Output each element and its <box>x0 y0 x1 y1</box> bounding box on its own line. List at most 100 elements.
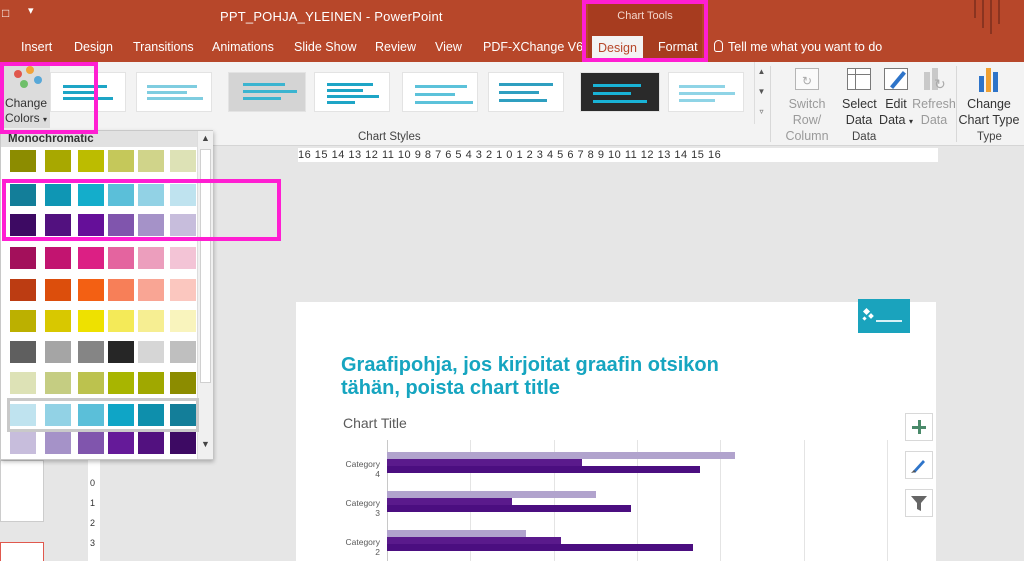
category-label: Category 2 <box>345 537 381 557</box>
color-swatch <box>170 341 196 363</box>
color-swatch <box>10 279 36 301</box>
ribbon-tab-row: Insert Design Transitions Animations Sli… <box>0 34 1024 62</box>
slide-thumbnail[interactable] <box>0 460 44 522</box>
refresh-data-button[interactable]: ↻ Refresh Data <box>912 66 956 128</box>
chart-bar[interactable] <box>387 491 596 498</box>
tab-design[interactable]: Design <box>74 40 113 54</box>
color-swatch <box>78 150 104 172</box>
color-swatch <box>170 279 196 301</box>
color-palette-option[interactable] <box>10 369 196 397</box>
chart-bar[interactable] <box>387 537 561 544</box>
chart-style-3[interactable] <box>228 72 306 112</box>
chart-style-4[interactable] <box>314 72 390 112</box>
chart-style-2[interactable] <box>136 72 212 112</box>
chart-bar[interactable] <box>387 530 527 537</box>
chart-styles-button[interactable] <box>905 451 933 479</box>
tell-me-box[interactable]: Tell me what you want to do <box>714 40 882 54</box>
vertical-ruler: 0123 <box>88 448 100 561</box>
switch-row-column-button[interactable]: ↻ Switch Row/ Column <box>773 66 841 144</box>
color-swatch <box>78 341 104 363</box>
tab-view[interactable]: View <box>435 40 462 54</box>
color-swatch <box>108 310 134 332</box>
change-chart-type-label-1: Change <box>967 97 1011 111</box>
slide-title[interactable]: Graafipohja, jos kirjoitat graafin otsik… <box>341 354 821 400</box>
styles-gallery-scroll[interactable]: ▲ ▼ ▿ <box>754 62 768 124</box>
edit-data-button[interactable]: Edit Data ▾ <box>878 66 914 130</box>
chart-bar[interactable] <box>387 498 513 505</box>
color-swatch <box>78 279 104 301</box>
color-swatch <box>138 404 164 426</box>
color-palette-option[interactable] <box>10 244 196 272</box>
tab-transitions[interactable]: Transitions <box>133 40 194 54</box>
chart-bar[interactable] <box>387 459 582 466</box>
color-swatch <box>10 372 36 394</box>
switch-row-column-label-1: Switch Row/ <box>788 97 826 127</box>
edit-data-icon <box>882 66 910 92</box>
qat-customize-icon[interactable]: ▾ <box>28 4 34 17</box>
scroll-up-icon[interactable]: ▲ <box>201 133 210 143</box>
refresh-data-label-1: Refresh <box>912 97 956 111</box>
chart-filters-button[interactable] <box>905 489 933 517</box>
tab-animations[interactable]: Animations <box>212 40 274 54</box>
chart-style-8[interactable] <box>668 72 744 112</box>
color-swatch <box>45 372 71 394</box>
color-swatch <box>170 432 196 454</box>
color-palette-option[interactable] <box>10 147 196 175</box>
chart-bar[interactable] <box>387 466 701 473</box>
chart-bar[interactable] <box>387 544 694 551</box>
scroll-up-icon[interactable]: ▲ <box>755 62 768 82</box>
color-palette-option[interactable] <box>7 398 199 432</box>
tab-slide-show[interactable]: Slide Show <box>294 40 357 54</box>
color-swatch <box>45 432 71 454</box>
refresh-data-icon: ↻ <box>920 66 948 92</box>
edit-data-label-1: Edit <box>885 97 907 111</box>
slide-title-line-2: tähän, poista chart title <box>341 377 560 399</box>
tab-review[interactable]: Review <box>375 40 416 54</box>
chart-elements-button[interactable] <box>905 413 933 441</box>
slide-thumbnail[interactable] <box>0 542 44 561</box>
chart-style-5[interactable] <box>402 72 478 112</box>
select-data-label-1: Select <box>842 97 877 111</box>
color-palette-option[interactable] <box>10 338 196 366</box>
color-swatch <box>45 341 71 363</box>
category-label: Category 3 <box>345 498 381 518</box>
chart-bar[interactable] <box>387 452 735 459</box>
plus-icon <box>912 420 926 434</box>
color-swatch <box>10 310 36 332</box>
type-group-label: Type <box>977 131 1002 143</box>
horizontal-ruler: 16 15 14 13 12 11 10 9 8 7 6 5 4 3 2 1 0… <box>298 148 938 162</box>
color-swatch <box>45 404 71 426</box>
highlight-palettes <box>2 179 281 241</box>
color-swatch <box>78 432 104 454</box>
color-palette-option[interactable] <box>10 276 196 304</box>
chart-styles-group-label: Chart Styles <box>358 131 421 143</box>
color-swatch <box>10 247 36 269</box>
scroll-down-icon[interactable]: ▼ <box>755 82 768 102</box>
tell-me-text: Tell me what you want to do <box>728 40 883 54</box>
chart-bar[interactable] <box>387 505 631 512</box>
color-swatch <box>10 150 36 172</box>
color-palette-option[interactable] <box>10 307 196 335</box>
color-swatch <box>10 432 36 454</box>
tab-pdf-xchange[interactable]: PDF-XChange V6 <box>483 40 583 54</box>
select-data-button[interactable]: Select Data <box>842 66 877 128</box>
select-data-icon <box>845 66 873 92</box>
color-swatch <box>108 279 134 301</box>
tab-insert[interactable]: Insert <box>21 40 52 54</box>
change-chart-type-button[interactable]: Change Chart Type <box>958 66 1020 128</box>
scroll-down-icon[interactable]: ▼ <box>201 439 210 449</box>
chart-style-7[interactable] <box>580 72 660 112</box>
color-swatch <box>170 404 196 426</box>
bar-chart[interactable]: Category 4 Category 3 Category 2 <box>340 440 888 561</box>
save-icon[interactable]: □ <box>2 6 9 20</box>
change-chart-type-label-2: Chart Type <box>958 113 1020 127</box>
color-swatch <box>108 432 134 454</box>
color-swatch <box>45 279 71 301</box>
color-palette-option[interactable] <box>10 429 196 457</box>
more-icon[interactable]: ▿ <box>755 102 768 122</box>
color-swatch <box>45 247 71 269</box>
chart-title[interactable]: Chart Title <box>343 415 407 431</box>
chart-style-6[interactable] <box>488 72 564 112</box>
color-swatch <box>78 247 104 269</box>
color-swatch <box>78 310 104 332</box>
